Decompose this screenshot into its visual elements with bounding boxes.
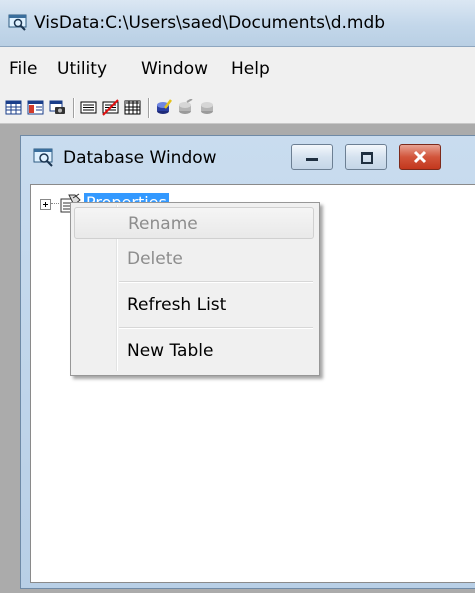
menu-bar: File Utility Window Help: [0, 47, 475, 94]
menu-item-label: New Table: [127, 341, 214, 361]
toolbar: [0, 93, 475, 124]
close-icon: [413, 150, 427, 164]
menu-item-label: Delete: [127, 249, 183, 269]
minimize-button[interactable]: [291, 144, 333, 170]
toolbar-separator: [148, 98, 150, 118]
title-bar: VisData:C:\Users\saed\Documents\d.mdb: [0, 0, 475, 47]
menu-window[interactable]: Window: [141, 59, 208, 79]
snapshot-view-icon[interactable]: [49, 99, 66, 116]
menu-item-delete[interactable]: Delete: [74, 243, 314, 275]
database-icon: [33, 148, 53, 167]
window-title: VisData:C:\Users\saed\Documents\d.mdb: [34, 13, 386, 33]
grid-view-icon[interactable]: [124, 99, 141, 116]
commit-icon[interactable]: [177, 99, 194, 116]
context-menu: Rename Delete Refresh List New Table: [70, 202, 320, 376]
toolbar-separator: [73, 98, 75, 118]
expand-plus-icon[interactable]: [40, 199, 51, 210]
no-data-control-icon[interactable]: [102, 99, 119, 116]
tree-connector: [51, 203, 59, 204]
maximize-button[interactable]: [345, 144, 387, 170]
menu-file[interactable]: File: [9, 59, 37, 79]
menu-item-label: Refresh List: [127, 295, 227, 315]
close-button[interactable]: [399, 144, 441, 170]
minimize-icon: [306, 158, 318, 161]
menu-help[interactable]: Help: [231, 59, 270, 79]
database-icon: [8, 14, 27, 31]
data-control-icon[interactable]: [80, 99, 97, 116]
menu-separator: [119, 281, 313, 283]
menu-item-label: Rename: [128, 214, 198, 234]
menu-item-refresh-list[interactable]: Refresh List: [74, 289, 314, 321]
dynaset-view-icon[interactable]: [27, 99, 44, 116]
child-window-title: Database Window: [63, 148, 217, 168]
maximize-icon: [361, 152, 373, 164]
menu-separator: [119, 327, 313, 329]
rollback-icon[interactable]: [199, 99, 216, 116]
menu-utility[interactable]: Utility: [57, 59, 107, 79]
menu-item-new-table[interactable]: New Table: [74, 335, 314, 367]
begin-transaction-icon[interactable]: [155, 99, 172, 116]
menu-item-rename[interactable]: Rename: [74, 207, 314, 239]
table-view-icon[interactable]: [5, 99, 22, 116]
